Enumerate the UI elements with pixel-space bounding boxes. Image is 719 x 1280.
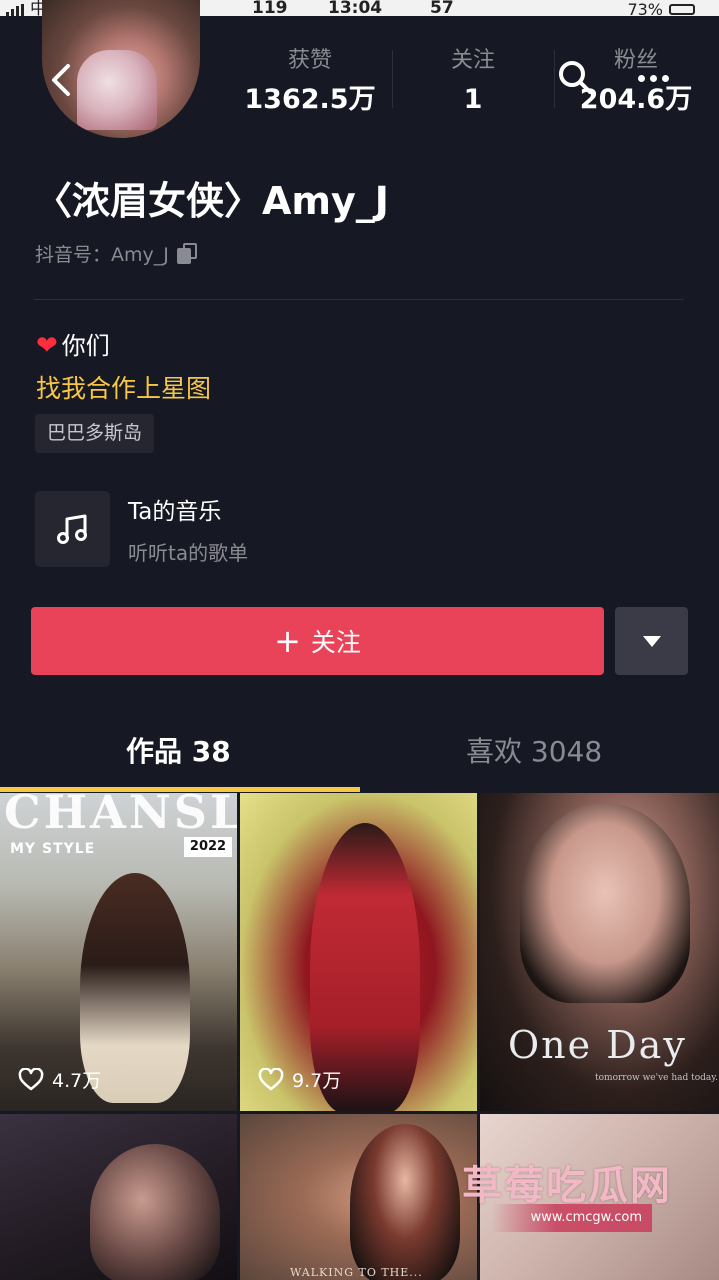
- watermark-text: 草莓吃瓜网: [462, 1163, 672, 1209]
- thumbnail-overlay-sub: MY STYLE: [10, 841, 96, 857]
- divider: [34, 299, 684, 300]
- nickname: 〈浓眉女侠〉Amy_J: [34, 179, 389, 223]
- video-thumbnail[interactable]: 9.7万: [240, 793, 477, 1111]
- video-thumbnail[interactable]: CHANSL MY STYLE 2022 4.7万: [0, 793, 237, 1111]
- thumbnail-overlay-title: WALKING TO THE...: [290, 1266, 423, 1279]
- video-thumbnail[interactable]: [0, 1114, 237, 1280]
- music-subtitle: 听听ta的歌单: [128, 541, 249, 565]
- stat-label: 获赞: [287, 48, 332, 73]
- follow-button[interactable]: + 关注: [31, 607, 604, 675]
- triangle-down-icon: [642, 635, 661, 647]
- back-button[interactable]: [44, 60, 78, 100]
- dot-icon: [650, 74, 657, 82]
- music-title[interactable]: Ta的音乐: [128, 497, 221, 527]
- tab-likes[interactable]: 喜欢 3048: [466, 732, 602, 772]
- stat-following[interactable]: 关注 1: [403, 48, 543, 118]
- like-count: 9.7万: [258, 1066, 341, 1093]
- stat-value: 1: [463, 84, 483, 115]
- video-thumbnail[interactable]: One Day tomorrow we've had today.: [480, 793, 719, 1111]
- stat-likes[interactable]: 获赞 1362.5万: [240, 48, 380, 118]
- douyin-id[interactable]: 抖音号：Amy_J: [35, 240, 199, 267]
- stat-divider: [554, 50, 555, 108]
- battery: 73%: [627, 2, 695, 16]
- music-note-icon: [56, 514, 87, 544]
- signal-icon: [6, 3, 24, 16]
- tab-works[interactable]: 作品 38: [126, 732, 231, 772]
- battery-icon: [669, 4, 695, 15]
- stat-divider: [392, 50, 393, 108]
- status-time: 13:04: [328, 0, 383, 16]
- location-tag[interactable]: 巴巴多斯岛: [35, 414, 155, 453]
- status-num-left: 119: [252, 0, 288, 16]
- tab-indicator: [0, 787, 360, 792]
- thumbnail-overlay-title: One Day: [508, 1023, 687, 1067]
- follow-label: 关注: [310, 628, 361, 657]
- search-icon: [559, 61, 592, 94]
- chevron-left-icon: [52, 64, 70, 96]
- video-thumbnail[interactable]: WALKING TO THE...: [240, 1114, 477, 1280]
- more-button[interactable]: [638, 70, 678, 86]
- like-count: 4.7万: [18, 1066, 101, 1093]
- search-button[interactable]: [556, 58, 596, 98]
- copy-icon[interactable]: [176, 242, 199, 265]
- status-num-right: 57: [430, 0, 454, 16]
- plus-icon: +: [274, 622, 301, 660]
- dot-icon: [662, 74, 669, 82]
- thumbnail-overlay-sub: tomorrow we've had today.: [595, 1073, 719, 1083]
- heart-emoji-icon: ❤: [36, 331, 58, 361]
- thumbnail-year-badge: 2022: [184, 837, 232, 857]
- dot-icon: [638, 74, 645, 82]
- thumbnail-overlay-title: CHANSL: [4, 793, 237, 839]
- bio-line-2[interactable]: 找我合作上星图: [36, 372, 211, 406]
- stat-label: 关注: [450, 48, 495, 73]
- heart-outline-icon: [258, 1067, 284, 1090]
- bio-line-1: ❤ 你们: [36, 331, 110, 361]
- heart-outline-icon: [18, 1067, 44, 1090]
- watermark-url: www.cmcgw.com: [492, 1204, 652, 1232]
- music-card[interactable]: [35, 491, 110, 567]
- recommend-dropdown-button[interactable]: [615, 607, 688, 675]
- stat-value: 1362.5万: [244, 84, 376, 115]
